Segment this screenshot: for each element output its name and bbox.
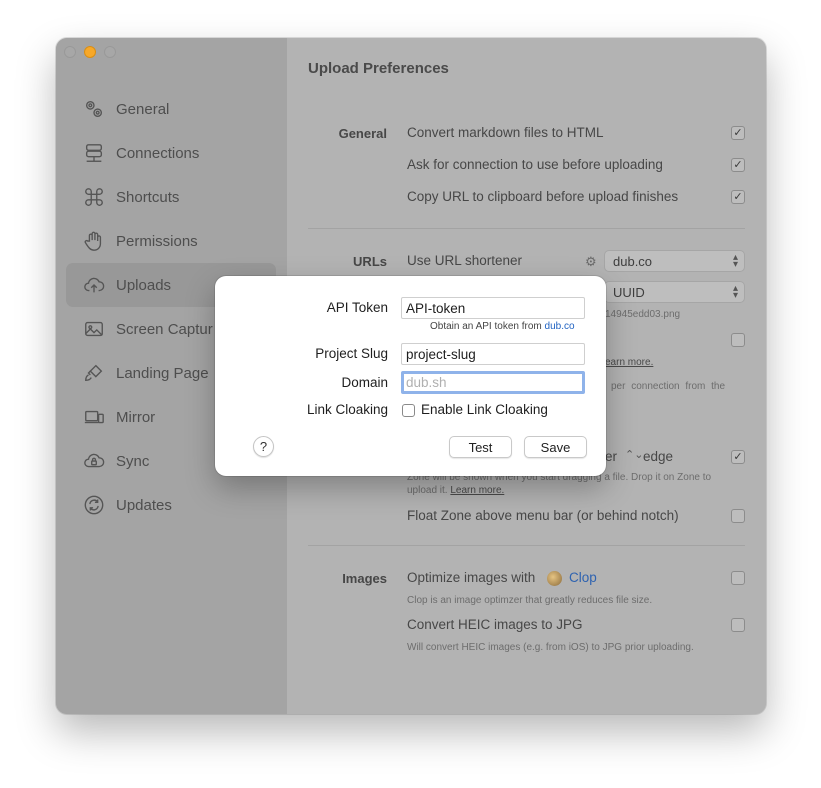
sidebar-item-general[interactable]: General [66, 87, 276, 131]
refresh-icon [82, 493, 106, 517]
api-token-label: API Token [326, 300, 388, 315]
photo-icon [82, 317, 106, 341]
zone-desc-line2: upload it. Learn more. [407, 485, 504, 496]
zone-edge-checkbox[interactable]: ✓ [731, 450, 745, 464]
sidebar-item-label: Screen Captur [116, 320, 213, 338]
sidebar-item-permissions[interactable]: Permissions [66, 219, 276, 263]
copy-url-label: Copy URL to clipboard before upload fini… [407, 189, 679, 204]
link-cloaking-label: Link Cloaking [306, 402, 388, 417]
convert-heic-checkbox[interactable] [731, 618, 745, 632]
optimize-images-label: Optimize images with [407, 570, 536, 585]
sidebar-item-label: General [116, 100, 170, 118]
paintbrush-icon [82, 361, 106, 385]
command-icon [82, 185, 106, 209]
url-shortener-value: dub.co [613, 253, 653, 269]
per-connection-text: per connection from the [611, 381, 726, 392]
zone-learn-more-link[interactable]: Learn more. [450, 485, 504, 496]
sidebar-item-connections[interactable]: Connections [66, 131, 276, 175]
page-title: Upload Preferences [308, 60, 449, 77]
sidebar-item-label: Sync [116, 452, 150, 470]
minimize-window-button[interactable] [84, 46, 96, 58]
convert-heic-desc: Will convert HEIC images (e.g. from iOS)… [407, 642, 694, 653]
project-slug-field[interactable] [401, 343, 585, 365]
chevron-updown-icon: ▴ ▾ [732, 283, 738, 301]
optimize-images-desc: Clop is an image optimzer that greatly r… [407, 595, 653, 606]
api-token-hint-text: Obtain an API token from [430, 321, 542, 332]
zone-edge-value[interactable]: edge [643, 449, 673, 464]
network-icon [82, 141, 106, 165]
sidebar-item-label: Shortcuts [116, 188, 180, 206]
learn-more-link[interactable]: earn more. [605, 357, 653, 368]
link-cloaking-checkbox-label[interactable]: Enable Link Cloaking [421, 402, 548, 417]
project-slug-label: Project Slug [315, 346, 388, 361]
api-token-hint: Obtain an API token from dub.co [430, 321, 575, 332]
help-button[interactable]: ? [253, 436, 274, 457]
sidebar-item-label: Connections [116, 144, 200, 162]
divider [308, 228, 745, 229]
sidebar-item-label: Uploads [116, 276, 172, 294]
float-zone-checkbox[interactable] [731, 509, 745, 523]
api-token-field[interactable] [401, 297, 585, 319]
chevron-updown-icon: ▴ ▾ [732, 252, 738, 270]
section-label-general: General [338, 126, 387, 141]
url-option-checkbox[interactable] [731, 333, 745, 347]
naming-select[interactable]: UUID ▴ ▾ [604, 281, 745, 303]
sidebar-item-label: Permissions [116, 232, 198, 250]
dub-settings-dialog: API Token Obtain an API token from dub.c… [215, 276, 606, 476]
clop-app-icon [547, 571, 562, 586]
save-button[interactable]: Save [524, 436, 587, 458]
copy-url-checkbox[interactable]: ✓ [731, 190, 745, 204]
url-shortener-select[interactable]: dub.co ▴ ▾ [604, 250, 745, 272]
optimize-images-checkbox[interactable] [731, 571, 745, 585]
domain-field[interactable] [401, 371, 585, 394]
cloud-upload-icon [82, 273, 106, 297]
convert-markdown-checkbox[interactable]: ✓ [731, 126, 745, 140]
zone-desc-text: upload it. [407, 485, 448, 496]
test-button[interactable]: Test [449, 436, 512, 458]
zone-edge-fragment: er [605, 449, 618, 464]
traffic-lights [64, 46, 116, 58]
chevron-updown-icon[interactable]: ⌃⌄ [625, 448, 643, 461]
naming-value: UUID [613, 284, 645, 300]
section-label-urls: URLs [353, 254, 387, 269]
convert-heic-label: Convert HEIC images to JPG [407, 617, 583, 632]
zoom-window-button[interactable] [104, 46, 116, 58]
section-label-images: Images [342, 571, 387, 586]
sidebar-item-label: Updates [116, 496, 172, 514]
domain-label: Domain [341, 375, 388, 390]
ask-connection-checkbox[interactable]: ✓ [731, 158, 745, 172]
sidebar-item-shortcuts[interactable]: Shortcuts [66, 175, 276, 219]
sidebar-item-label: Mirror [116, 408, 156, 426]
url-shortener-label: Use URL shortener [407, 253, 523, 268]
clop-link[interactable]: Clop [569, 570, 597, 585]
gear-icon[interactable]: ⚙ [585, 254, 597, 270]
close-window-button[interactable] [64, 46, 76, 58]
filename-preview: 14945edd03.png [605, 309, 681, 320]
dub-co-link[interactable]: dub.co [545, 321, 575, 332]
float-zone-label: Float Zone above menu bar (or behind not… [407, 508, 679, 523]
link-cloaking-checkbox[interactable] [402, 404, 415, 417]
divider [308, 545, 745, 546]
convert-markdown-label: Convert markdown files to HTML [407, 125, 604, 140]
ask-connection-label: Ask for connection to use before uploadi… [407, 157, 663, 172]
devices-icon [82, 405, 106, 429]
gears-icon [82, 97, 106, 121]
hand-icon [82, 229, 106, 253]
sidebar-item-updates[interactable]: Updates [66, 483, 276, 527]
cloud-lock-icon [82, 449, 106, 473]
sidebar-item-label: Landing Page [116, 364, 209, 382]
